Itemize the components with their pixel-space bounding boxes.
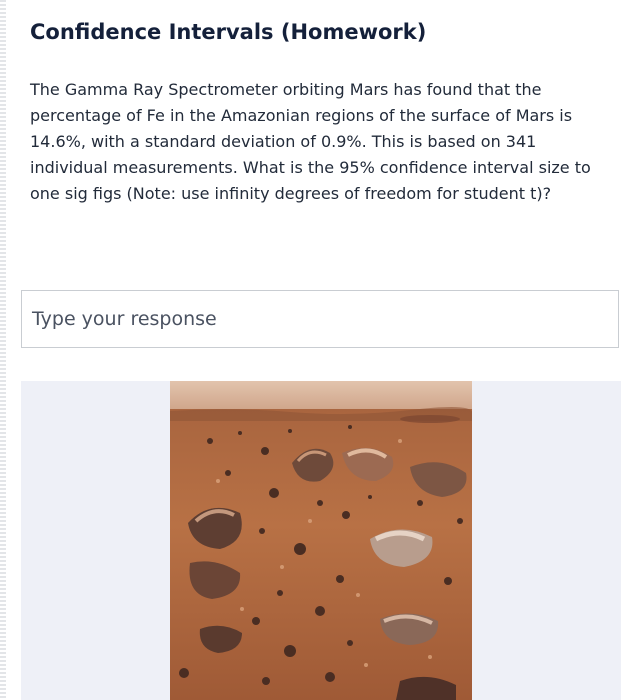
image-panel	[21, 381, 621, 700]
response-placeholder: Type your response	[32, 308, 217, 330]
page-title: Confidence Intervals (Homework)	[30, 20, 427, 44]
question-text: The Gamma Ray Spectrometer orbiting Mars…	[30, 80, 591, 203]
page-edge	[0, 0, 6, 700]
response-input[interactable]: Type your response	[21, 290, 619, 348]
mars-surface-photo	[170, 381, 472, 700]
